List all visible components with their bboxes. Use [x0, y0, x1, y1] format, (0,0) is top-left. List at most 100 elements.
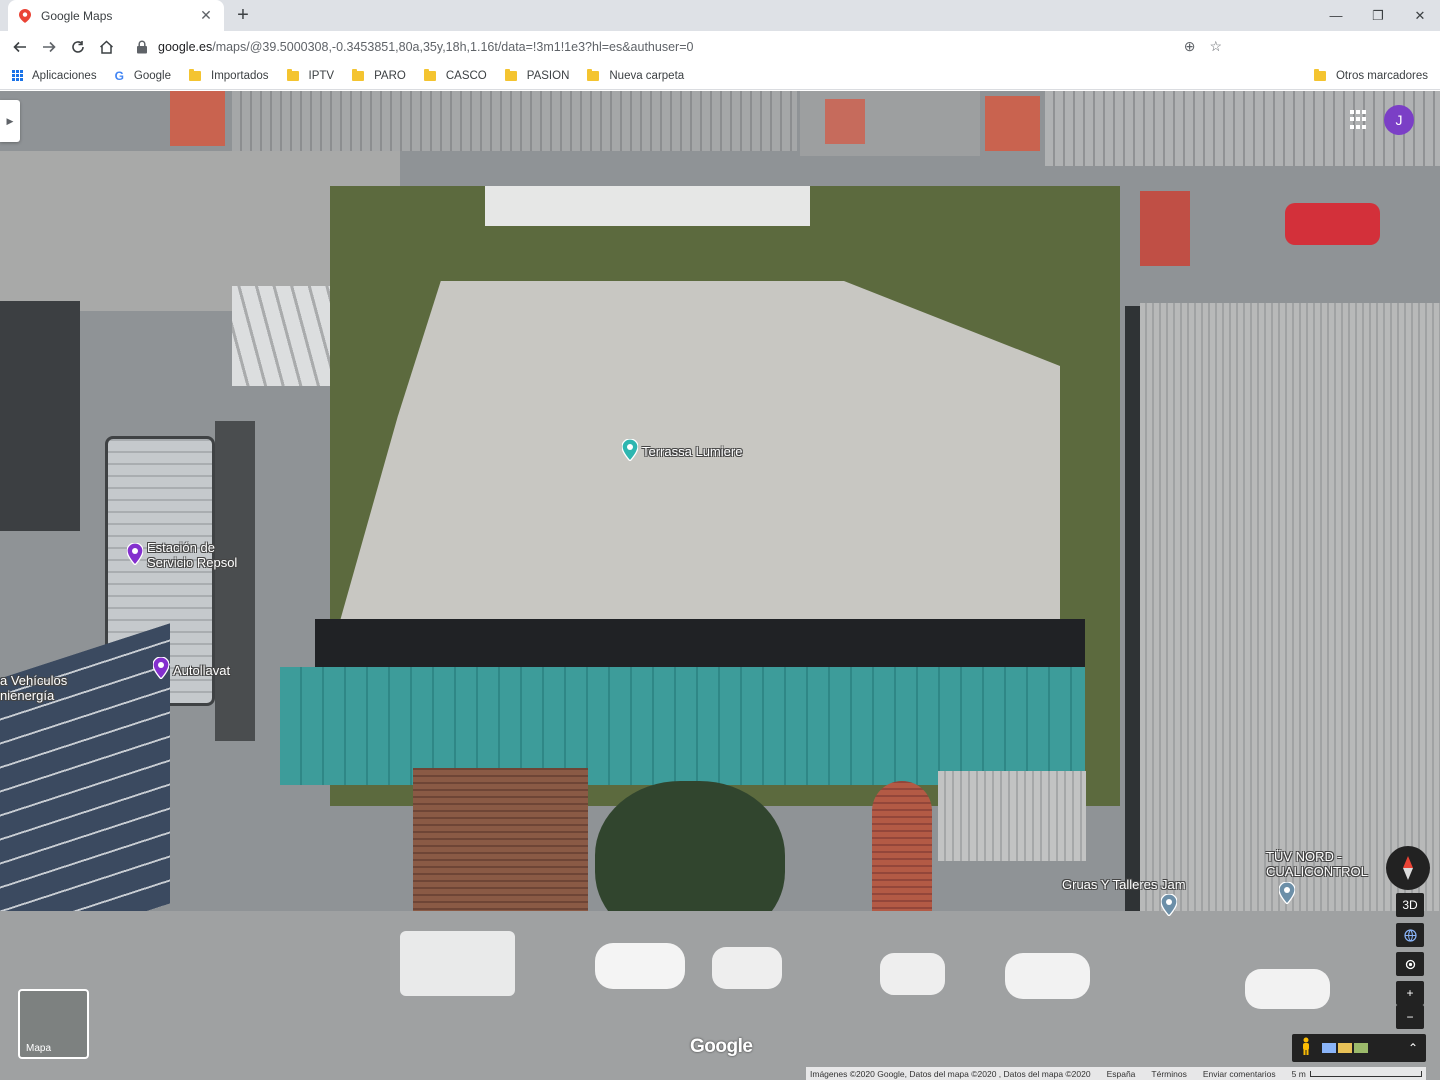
folder-icon	[189, 68, 202, 81]
tab-google-maps[interactable]: Google Maps ✕	[8, 0, 224, 31]
place-label-repsol-line1[interactable]: Estación de	[147, 540, 215, 555]
address-bar[interactable]: google.es/maps/@39.5000308,-0.3453851,80…	[126, 33, 1230, 60]
bookmark-folder[interactable]: PARO	[352, 68, 406, 82]
pegman-icon[interactable]	[1300, 1037, 1312, 1060]
vehicle	[712, 947, 782, 989]
forward-button[interactable]	[34, 32, 63, 61]
bookmark-star-icon[interactable]: ☆	[1209, 38, 1222, 55]
globe-icon	[1403, 928, 1417, 942]
zoom-out-button[interactable]: −	[1396, 1005, 1424, 1029]
map-pin-icon[interactable]	[153, 657, 169, 679]
place-label-vehiculos-line2[interactable]: nienergía	[0, 688, 54, 703]
location-icon[interactable]: ⊕	[1184, 38, 1196, 55]
compass-icon[interactable]	[1386, 846, 1430, 890]
restore-button[interactable]: ❐	[1358, 0, 1398, 31]
tiled-roof	[872, 781, 932, 921]
home-button[interactable]	[92, 32, 121, 61]
teal-roof	[280, 667, 1085, 785]
place-label-terrassa[interactable]: Terrassa Lumiere	[642, 444, 742, 459]
layers-minimap-button[interactable]: Mapa	[18, 989, 89, 1059]
imagery-thumbnail[interactable]	[1322, 1043, 1368, 1053]
bookmark-folder-label: IPTV	[308, 69, 335, 82]
tab-title: Google Maps	[41, 8, 113, 23]
zoom-in-button[interactable]: +	[1396, 981, 1424, 1005]
vehicle	[1140, 191, 1190, 266]
apps-grid-icon	[12, 69, 24, 82]
roof	[170, 91, 225, 146]
folder-icon	[504, 68, 517, 81]
google-apps-grid-icon[interactable]	[1350, 110, 1370, 130]
url-path: /maps/@39.5000308,-0.3453851,80a,35y,18h…	[212, 39, 694, 54]
bookmark-folder[interactable]: PASION	[504, 68, 570, 82]
roof	[938, 771, 1086, 861]
bookmark-folder[interactable]: IPTV	[286, 68, 335, 82]
roof	[1045, 91, 1440, 166]
reload-button[interactable]	[63, 32, 92, 61]
bookmark-google-label: Google	[133, 69, 172, 82]
map-pin-icon[interactable]	[622, 439, 638, 461]
tilt-3d-button[interactable]: 3D	[1396, 893, 1424, 917]
scale-label: 5 m	[1291, 1068, 1306, 1079]
side-panel-toggle[interactable]: ▶	[0, 100, 20, 142]
roof	[485, 186, 810, 226]
street-view-panel[interactable]: ⌃	[1292, 1034, 1426, 1062]
map-pin-icon[interactable]	[1161, 894, 1177, 916]
place-label-gruas[interactable]: Gruas Y Talleres Jam	[1062, 877, 1186, 892]
back-button[interactable]	[5, 32, 34, 61]
warehouse-roof	[1140, 303, 1440, 943]
minimize-button[interactable]: —	[1316, 0, 1356, 31]
terms-link[interactable]: Términos	[1151, 1069, 1186, 1079]
vehicle	[1005, 953, 1090, 999]
account-avatar[interactable]: J	[1384, 105, 1414, 135]
close-window-button[interactable]: ✕	[1400, 0, 1440, 31]
imagery-attribution: Imágenes ©2020 Google, Datos del mapa ©2…	[810, 1068, 1091, 1079]
vehicle	[1245, 969, 1330, 1009]
browser-toolbar: google.es/maps/@39.5000308,-0.3453851,80…	[0, 31, 1440, 88]
place-label-repsol-line2[interactable]: Servicio Repsol	[147, 555, 237, 570]
bookmark-apps[interactable]: Aplicaciones	[12, 69, 97, 82]
bookmark-folder-label: Importados	[211, 69, 269, 82]
other-bookmarks-label: Otros marcadores	[1335, 70, 1428, 82]
feedback-link[interactable]: Enviar comentarios	[1203, 1069, 1276, 1079]
roof	[232, 91, 797, 151]
vehicle	[880, 953, 945, 995]
shadow	[315, 619, 1085, 667]
close-tab-icon[interactable]: ✕	[198, 7, 214, 24]
folder-icon	[423, 68, 436, 81]
folder-icon	[352, 68, 365, 81]
folder-icon	[286, 68, 299, 81]
map-pin-icon[interactable]	[127, 543, 143, 565]
country-link[interactable]: España	[1107, 1069, 1136, 1079]
google-watermark: Google	[690, 1036, 753, 1057]
my-location-button[interactable]	[1396, 952, 1424, 976]
attribution-bar: Imágenes ©2020 Google, Datos del mapa ©2…	[806, 1067, 1426, 1080]
google-g-icon: G	[114, 68, 124, 83]
bookmark-folder[interactable]: Nueva carpeta	[587, 68, 684, 82]
roof	[0, 301, 80, 531]
bookmark-google[interactable]: G Google	[115, 69, 171, 83]
bookmark-folder-label: PASION	[526, 69, 570, 82]
url-text: google.es/maps/@39.5000308,-0.3453851,80…	[158, 40, 693, 54]
bookmarks-bar: Aplicaciones G Google Importados IPTV PA…	[0, 62, 1440, 90]
place-label-tuv-line2[interactable]: CUALICONTROL	[1266, 864, 1368, 879]
crosshair-icon	[1405, 959, 1415, 969]
new-tab-button[interactable]: +	[232, 4, 254, 26]
scale-indicator[interactable]: 5 m	[1292, 1069, 1422, 1079]
map-pin-icon[interactable]	[1279, 882, 1295, 904]
satellite-map[interactable]: Terrassa Lumiere Estación de Servicio Re…	[0, 91, 1440, 1080]
globe-view-button[interactable]	[1396, 923, 1424, 947]
place-label-tuv-line1[interactable]: TÜV NORD -	[1266, 849, 1342, 864]
bookmark-folder-label: CASCO	[445, 69, 487, 82]
place-label-autollavat[interactable]: Autollavat	[173, 663, 230, 678]
vehicle	[595, 943, 685, 989]
place-label-vehiculos-line1[interactable]: a Vehículos	[0, 673, 67, 688]
roof	[985, 96, 1040, 151]
other-bookmarks[interactable]: Otros marcadores	[1313, 62, 1428, 90]
bookmark-apps-label: Aplicaciones	[32, 69, 97, 82]
roof	[825, 99, 865, 144]
bookmark-folder[interactable]: CASCO	[423, 68, 487, 82]
bookmark-folder[interactable]: Importados	[189, 68, 269, 82]
folder-icon	[587, 68, 600, 81]
expand-chevron-icon[interactable]: ⌃	[1408, 1041, 1418, 1055]
tab-strip: Google Maps ✕ + — ❐ ✕	[0, 0, 1440, 31]
